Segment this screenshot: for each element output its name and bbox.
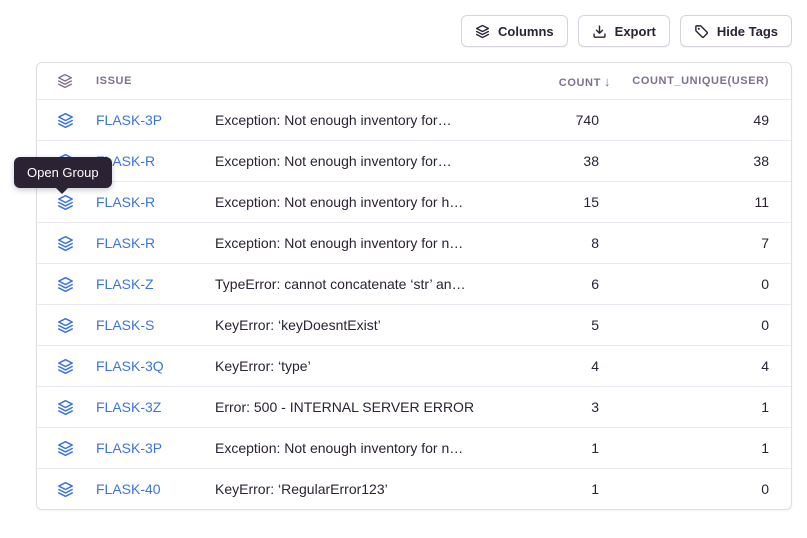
export-button-label: Export bbox=[615, 24, 656, 39]
table-row[interactable]: FLASK-S KeyError: ‘keyDoesntExist’ 5 0 bbox=[37, 304, 791, 345]
open-group-stack-icon[interactable] bbox=[57, 481, 74, 498]
open-group-stack-icon[interactable] bbox=[57, 235, 74, 252]
open-group-stack-icon[interactable] bbox=[57, 317, 74, 334]
tag-icon bbox=[694, 24, 709, 39]
table-row[interactable]: FLASK-R Exception: Not enough inventory … bbox=[37, 222, 791, 263]
open-group-stack-icon[interactable] bbox=[57, 440, 74, 457]
open-group-stack-icon[interactable] bbox=[57, 112, 74, 129]
issue-title: KeyError: ‘keyDoesntExist’ bbox=[207, 317, 501, 333]
hide-tags-button-label: Hide Tags bbox=[717, 24, 778, 39]
table-row[interactable]: FLASK-3Q KeyError: ‘type’ 4 4 bbox=[37, 345, 791, 386]
issue-title: Exception: Not enough inventory for… bbox=[207, 112, 501, 128]
open-group-tooltip-label: Open Group bbox=[27, 165, 99, 180]
issue-title: Exception: Not enough inventory for h… bbox=[207, 194, 501, 210]
column-header-count[interactable]: COUNT↓ bbox=[501, 74, 621, 89]
issue-link[interactable]: FLASK-3P bbox=[96, 112, 162, 128]
row-icon-cell bbox=[37, 276, 89, 293]
row-icon-cell bbox=[37, 235, 89, 252]
table-row[interactable]: FLASK-3P Exception: Not enough inventory… bbox=[37, 99, 791, 140]
export-button[interactable]: Export bbox=[578, 15, 670, 47]
count-unique-value: 11 bbox=[621, 194, 791, 210]
count-value: 5 bbox=[501, 317, 621, 333]
row-icon-cell bbox=[37, 358, 89, 375]
header-icon-cell bbox=[37, 73, 89, 89]
table-header: ISSUE COUNT↓ COUNT_UNIQUE(USER) bbox=[37, 63, 791, 99]
count-unique-value: 38 bbox=[621, 153, 791, 169]
count-unique-value: 49 bbox=[621, 112, 791, 128]
issue-link[interactable]: FLASK-R bbox=[96, 235, 155, 251]
count-unique-value: 0 bbox=[621, 317, 791, 333]
hide-tags-button[interactable]: Hide Tags bbox=[680, 15, 792, 47]
sort-desc-icon: ↓ bbox=[604, 74, 611, 89]
issue-link[interactable]: FLASK-3Z bbox=[96, 399, 161, 415]
row-icon-cell bbox=[37, 112, 89, 129]
issue-link[interactable]: FLASK-S bbox=[96, 317, 154, 333]
table-row[interactable]: FLASK-Z TypeError: cannot concatenate ‘s… bbox=[37, 263, 791, 304]
row-icon-cell bbox=[37, 481, 89, 498]
header-stack-icon bbox=[57, 73, 73, 89]
issue-title: Error: 500 - INTERNAL SERVER ERROR bbox=[207, 399, 501, 415]
columns-button-label: Columns bbox=[498, 24, 554, 39]
issue-title: Exception: Not enough inventory for… bbox=[207, 153, 501, 169]
row-icon-cell bbox=[37, 440, 89, 457]
count-unique-value: 0 bbox=[621, 276, 791, 292]
count-unique-value: 0 bbox=[621, 481, 791, 497]
table-row[interactable]: FLASK-R Exception: Not enough inventory … bbox=[37, 181, 791, 222]
table-body: FLASK-3P Exception: Not enough inventory… bbox=[37, 99, 791, 509]
issue-title: KeyError: ‘RegularError123’ bbox=[207, 481, 501, 497]
count-value: 15 bbox=[501, 194, 621, 210]
count-value: 4 bbox=[501, 358, 621, 374]
issues-table: ISSUE COUNT↓ COUNT_UNIQUE(USER) FLASK-3P… bbox=[36, 62, 792, 510]
count-unique-value: 7 bbox=[621, 235, 791, 251]
row-icon-cell bbox=[37, 317, 89, 334]
columns-button[interactable]: Columns bbox=[461, 15, 568, 47]
column-header-count-unique[interactable]: COUNT_UNIQUE(USER) bbox=[621, 75, 791, 87]
count-value: 1 bbox=[501, 481, 621, 497]
count-value: 3 bbox=[501, 399, 621, 415]
column-header-issue[interactable]: ISSUE bbox=[89, 75, 207, 87]
table-row[interactable]: FLASK-3Z Error: 500 - INTERNAL SERVER ER… bbox=[37, 386, 791, 427]
count-unique-value: 1 bbox=[621, 399, 791, 415]
issue-link[interactable]: FLASK-Z bbox=[96, 276, 154, 292]
count-value: 6 bbox=[501, 276, 621, 292]
issue-link[interactable]: FLASK-3Q bbox=[96, 358, 164, 374]
issue-title: Exception: Not enough inventory for n… bbox=[207, 440, 501, 456]
issue-link[interactable]: FLASK-3P bbox=[96, 440, 162, 456]
row-icon-cell bbox=[37, 399, 89, 416]
open-group-tooltip: Open Group bbox=[14, 157, 112, 188]
table-row[interactable]: FLASK-3P Exception: Not enough inventory… bbox=[37, 427, 791, 468]
issue-title: TypeError: cannot concatenate ‘str’ an… bbox=[207, 276, 501, 292]
issue-title: KeyError: ‘type’ bbox=[207, 358, 501, 374]
issue-link[interactable]: FLASK-40 bbox=[96, 481, 161, 497]
columns-stack-icon bbox=[475, 24, 490, 39]
open-group-stack-icon[interactable] bbox=[57, 358, 74, 375]
count-value: 1 bbox=[501, 440, 621, 456]
issue-title: Exception: Not enough inventory for n… bbox=[207, 235, 501, 251]
count-header-label: COUNT bbox=[559, 77, 601, 89]
count-value: 38 bbox=[501, 153, 621, 169]
count-unique-value: 1 bbox=[621, 440, 791, 456]
issue-link[interactable]: FLASK-R bbox=[96, 194, 155, 210]
toolbar: Columns Export Hide Tags bbox=[461, 15, 792, 47]
open-group-stack-icon[interactable] bbox=[57, 399, 74, 416]
count-unique-value: 4 bbox=[621, 358, 791, 374]
open-group-stack-icon[interactable] bbox=[57, 276, 74, 293]
table-row[interactable]: FLASK-40 KeyError: ‘RegularError123’ 1 0 bbox=[37, 468, 791, 509]
count-value: 740 bbox=[501, 112, 621, 128]
table-row[interactable]: FLASK-R Exception: Not enough inventory … bbox=[37, 140, 791, 181]
count-value: 8 bbox=[501, 235, 621, 251]
download-icon bbox=[592, 24, 607, 39]
